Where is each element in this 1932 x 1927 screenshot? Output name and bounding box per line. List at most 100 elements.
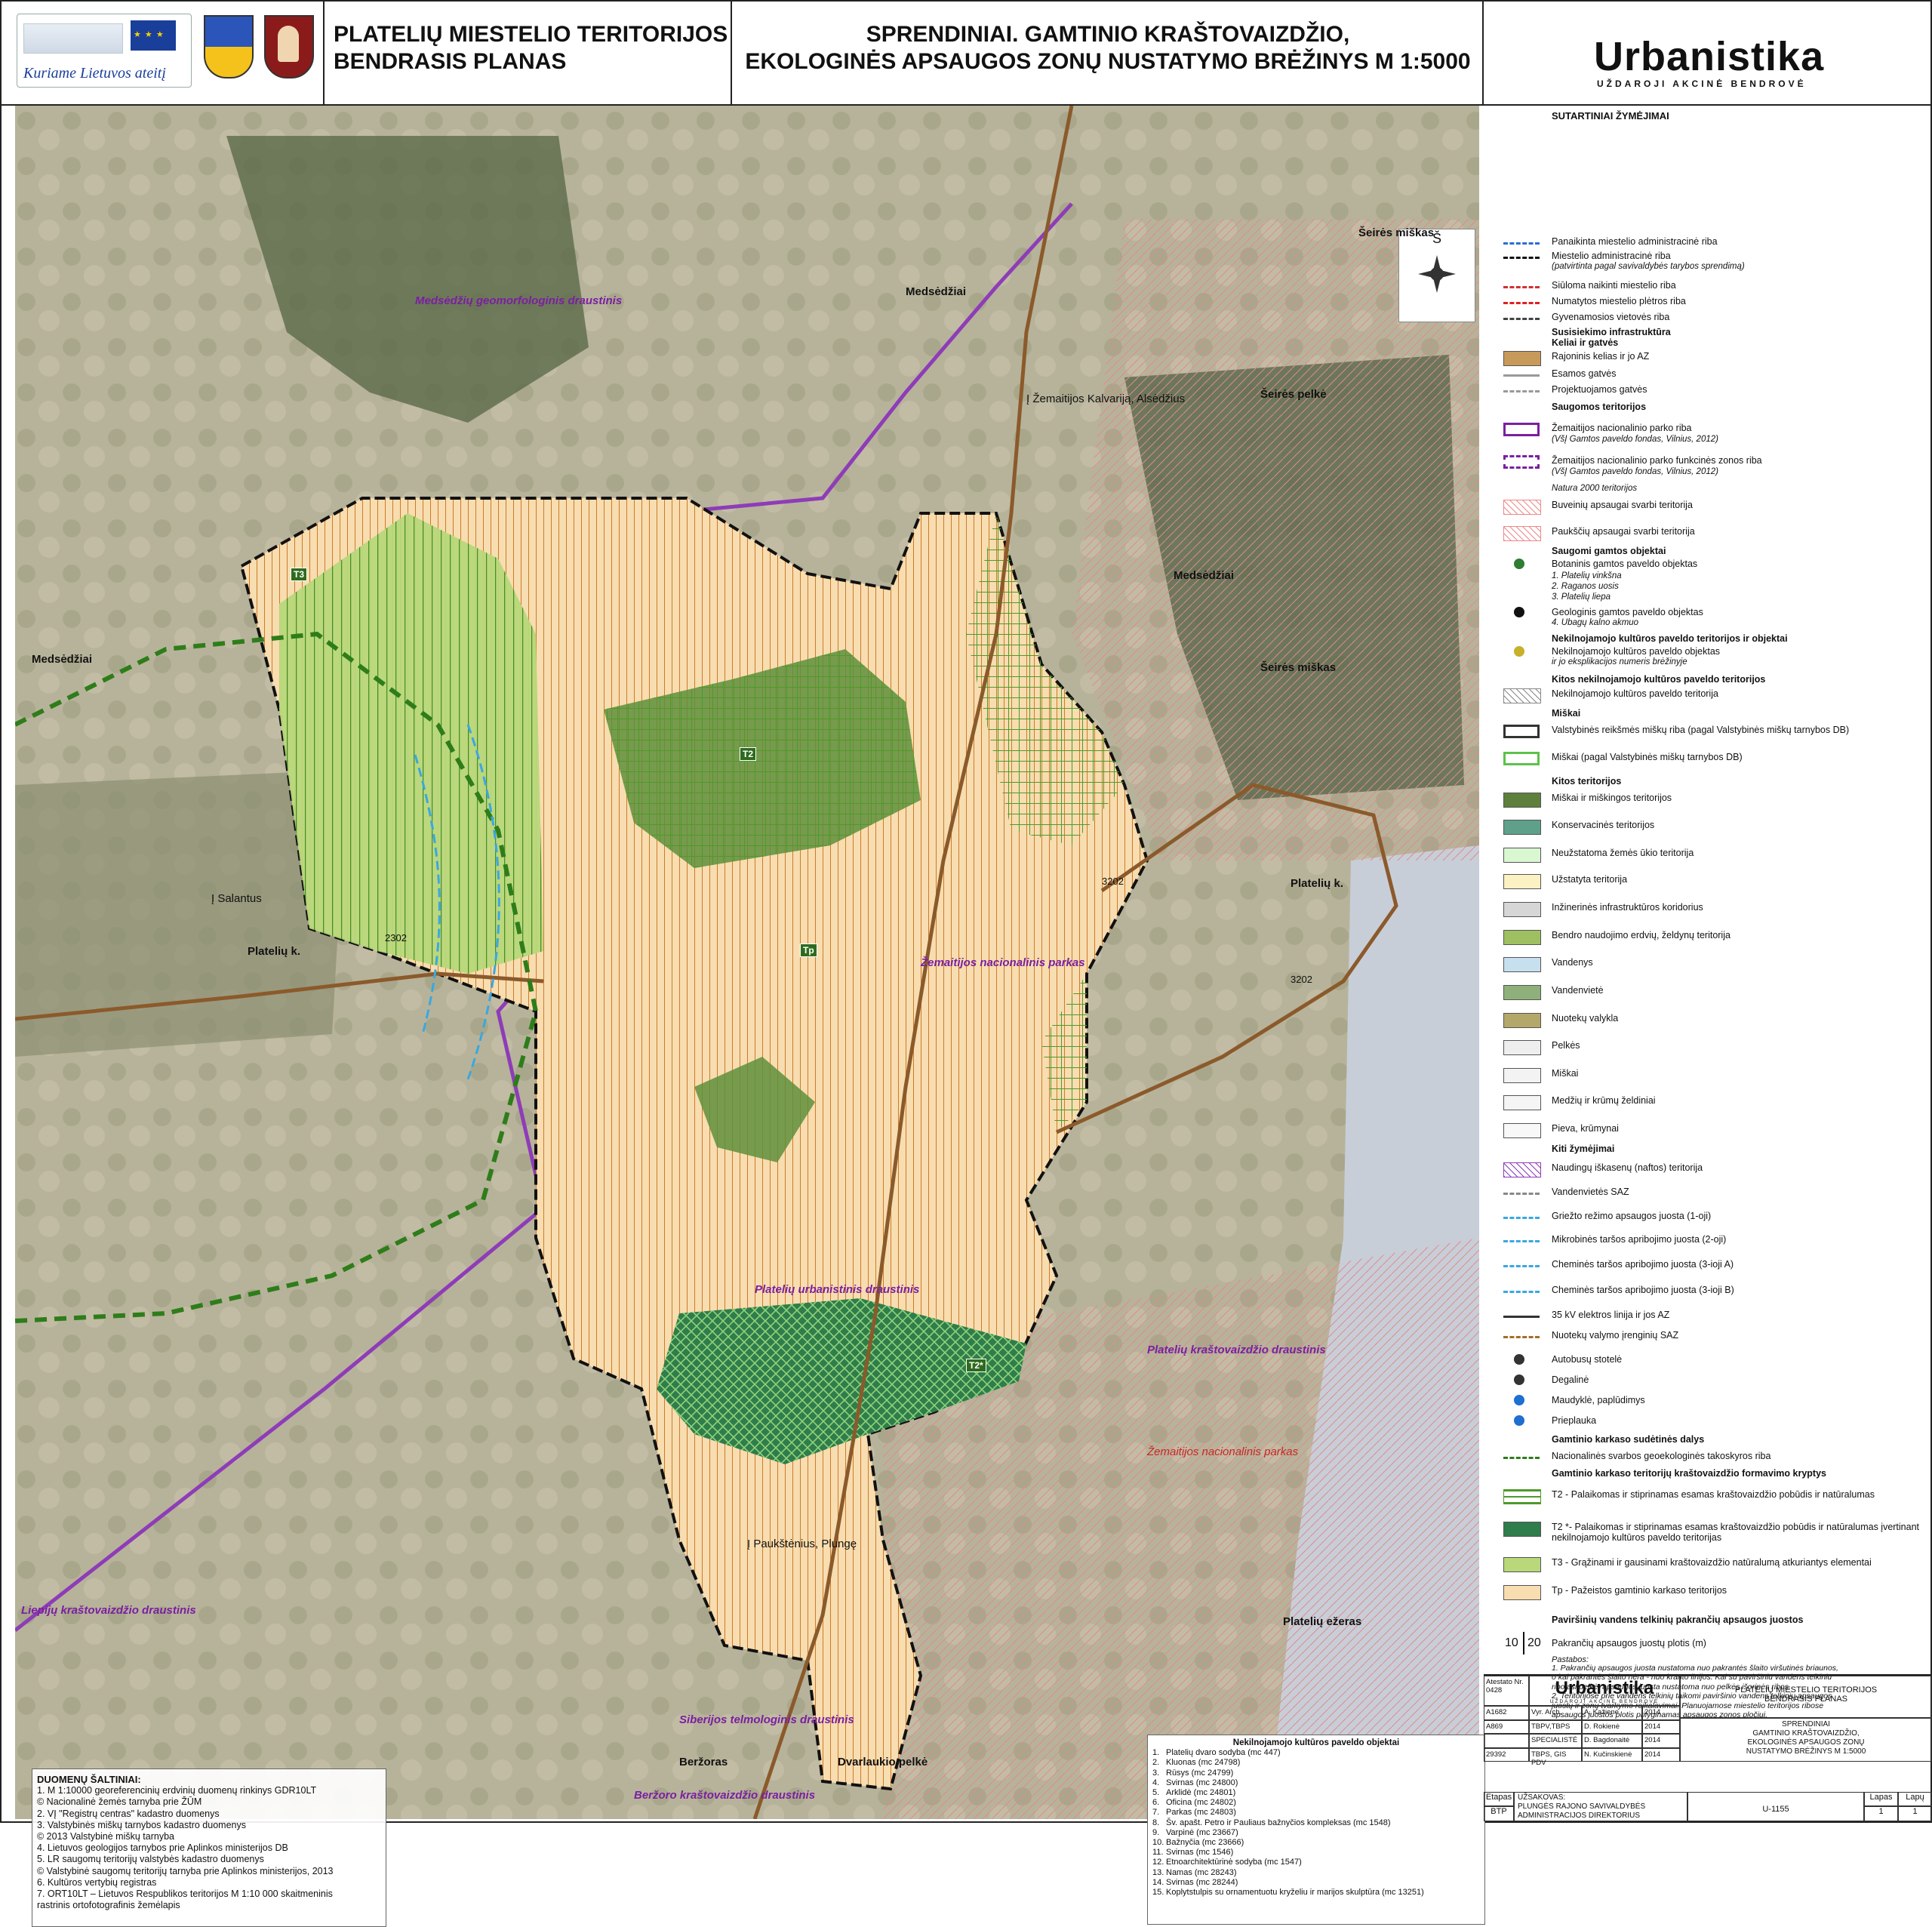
place-plateliu-ezeras: Platelių ežeras (1283, 1615, 1362, 1628)
legend-symbol-icon (1503, 257, 1540, 259)
reserve-medsedziu: Medsėdžių geomorfologinis draustinis (415, 294, 623, 307)
brand-block: Urbanistika UŽDAROJI AKCINĖ BENDROVĖ (1484, 0, 1932, 104)
title-block: Atestato Nr. 0428 Urbanistika UŽDAROJI A… (1484, 1674, 1932, 1821)
heritage-heading: Nekilnojamojo kultūros paveldo objektai (1232, 1738, 1400, 1747)
project-code: U-1155 (1687, 1792, 1864, 1821)
titleblock-signature-cell: A869 (1484, 1719, 1529, 1734)
legend-label: 1. Platelių vinkšna (1552, 571, 1622, 580)
heritage-row: 8. Šv. apašt. Petro ir Pauliaus bažnyčios… (1152, 1818, 1480, 1828)
source-line: © Nacionalinė žemės tarnyba prie ŽŪM (37, 1796, 202, 1808)
direction-kalvarija: Į Žemaitijos Kalvariją, Alsėdžius (1026, 392, 1186, 405)
reserve-siberijos: Siberijos telmologinis draustinis (679, 1713, 854, 1726)
legend-label: Miškai (pagal Valstybinės miškų tarnybos… (1552, 752, 1743, 762)
titleblock-project-line: BENDRASIS PLANAS (1764, 1695, 1848, 1704)
header-logos: Kuriame Lietuvos ateitį (0, 0, 325, 104)
heritage-name: Koplytstulpis su ornamentuotu kryželiu i… (1166, 1888, 1424, 1898)
heritage-row: 12. Etnoarchitektūrinė sodyba (mc 1547) (1152, 1858, 1480, 1867)
eu-slogan: Kuriame Lietuvos ateitį (23, 65, 166, 82)
legend-symbol-icon (1503, 351, 1541, 366)
legend-section-title: Susisiekimo infrastruktūra (1552, 327, 1671, 337)
legend-symbol-icon (1514, 1415, 1524, 1426)
legend-label: Pelkės (1552, 1040, 1580, 1051)
legend-label: Nuotekų valymo įrenginių SAZ (1552, 1330, 1679, 1341)
zone-label: T2 (740, 747, 757, 761)
legend-label: Panaikinta miestelio administracinė riba (1552, 236, 1718, 247)
heritage-number: 15. (1152, 1888, 1164, 1898)
legend-section-title: Kitos nekilnojamojo kultūros paveldo ter… (1552, 674, 1766, 685)
heritage-number: 3. (1152, 1768, 1160, 1778)
legend-label: Medžių ir krūmų želdiniai (1552, 1095, 1656, 1106)
legend-label: (VšĮ Gamtos paveldo fondas, Vilnius, 201… (1552, 467, 1718, 476)
legend-label: Natura 2000 teritorijos (1552, 484, 1638, 493)
titleblock-brand: Urbanistika (1555, 1678, 1654, 1698)
heritage-number: 7. (1152, 1808, 1160, 1818)
heritage-row: 9. Varpinė (mc 23667) (1152, 1828, 1480, 1838)
legend-section-title: Nekilnojamojo kultūros paveldo teritorij… (1552, 633, 1788, 644)
road-number-label: 3202 (1291, 974, 1312, 985)
source-line: 5. LR saugomų teritorijų valstybės kadas… (37, 1854, 264, 1865)
legend-symbol-icon (1503, 1336, 1540, 1338)
legend-label: Nacionalinės svarbos geoekologinės takos… (1552, 1451, 1771, 1461)
ministry-logo (23, 23, 123, 54)
legend-symbol-icon (1503, 752, 1540, 765)
legend-label: Miškai ir miškingos teritorijos (1552, 793, 1672, 803)
legend-label: Prieplauka (1552, 1415, 1597, 1426)
drawing-title-line-2: EKOLOGINĖS APSAUGOS ZONŲ NUSTATYMO BRĖŽI… (745, 49, 1471, 74)
reserve-plateliu-krastovaizdzio: Platelių kraštovaizdžio draustinis (1147, 1344, 1326, 1356)
legend-symbol-icon (1503, 1240, 1540, 1242)
source-line: 3. Valstybinės miškų tarnybos kadastro d… (37, 1819, 246, 1830)
heritage-number: 5. (1152, 1788, 1160, 1798)
reserve-zemaitijos-np-red: Žemaitijos nacionalinis parkas (1147, 1445, 1299, 1458)
legend-label: Miestelio administracinė riba (1552, 251, 1671, 261)
source-line: 1. M 1:10000 georeferencinių erdvinių du… (37, 1785, 317, 1796)
titleblock-drawing-line: GAMTINIO KRAŠTOVAIZDŽIO, (1752, 1729, 1860, 1738)
legend-section-title: Gamtinio karkaso sudėtinės dalys (1552, 1434, 1705, 1445)
titleblock-drawing: SPRENDINIAI GAMTINIO KRAŠTOVAIZDŽIO, EKO… (1680, 1718, 1932, 1762)
plan-title: PLATELIŲ MIESTELIO TERITORIJOS BENDRASIS… (325, 0, 732, 104)
heritage-row: 14. Svirnas (mc 28244) (1152, 1878, 1480, 1888)
map-svg (14, 105, 1479, 1820)
legend-label: Valstybinės reikšmės miškų riba (pagal V… (1552, 725, 1850, 735)
client-cell: UŽSAKOVAS: PLUNGĖS RAJONO SAVIVALDYBĖS A… (1514, 1792, 1687, 1821)
legend-symbol-icon (1503, 1162, 1541, 1177)
heritage-row: 11. Svirnas (mc 1546) (1152, 1848, 1480, 1858)
legend-label: (VšĮ Gamtos paveldo fondas, Vilnius, 201… (1552, 435, 1718, 444)
legend-label: Mikrobinės taršos apribojimo juosta (2-o… (1552, 1234, 1727, 1245)
legend-symbol-icon (1514, 1354, 1524, 1365)
legend-label: Rajoninis kelias ir jo AZ (1552, 351, 1650, 362)
heritage-number: 2. (1152, 1758, 1160, 1768)
heritage-name: Kluonas (mc 24798) (1166, 1758, 1241, 1768)
legend-label: Griežto režimo apsaugos juosta (1-oji) (1552, 1211, 1712, 1221)
legend-label: Gyvenamosios vietovės riba (1552, 312, 1670, 322)
legend-label: (patvirtinta pagal savivaldybės tarybos … (1552, 262, 1745, 271)
legend-symbol-icon (1503, 1217, 1540, 1219)
header: Kuriame Lietuvos ateitį PLATELIŲ MIESTEL… (0, 0, 1932, 106)
north-arrow: Š (1398, 229, 1475, 322)
heritage-name: Svirnas (mc 28244) (1166, 1877, 1238, 1887)
legend-symbol-icon (1503, 820, 1541, 835)
legend-label: Nekilnojamojo kultūros paveldo teritorij… (1552, 688, 1718, 699)
titleblock-brand-cell: Urbanistika UŽDAROJI AKCINĖ BENDROVĖ (1529, 1676, 1680, 1706)
brand-logo: Urbanistika (1594, 34, 1825, 79)
heritage-number: 6. (1152, 1798, 1160, 1808)
legend-symbol-icon (1503, 455, 1540, 469)
legend-section-title: Saugomi gamtos objektai (1552, 546, 1666, 556)
place-seires-miskas-mid: Šeirės miškas (1260, 661, 1337, 674)
legend-label: 4. Ubagų kalno akmuo (1552, 618, 1639, 627)
legend-symbol-icon: 10 20 (1503, 1632, 1546, 1655)
legend-symbol-icon (1503, 1068, 1541, 1083)
zone-t3[interactable] (279, 513, 543, 974)
place-seires-miskas-top: Šeirės miškas (1358, 226, 1435, 239)
place-plateliu-k-right: Platelių k. (1291, 877, 1344, 890)
titleblock-drawing-line: SPRENDINIAI (1782, 1720, 1830, 1728)
source-line: 7. ORT10LT – Lietuvos Respublikos terito… (37, 1889, 333, 1900)
legend-symbol-icon (1503, 1489, 1541, 1504)
client-label: UŽSAKOVAS: (1518, 1793, 1566, 1802)
data-sources-box: DUOMENŲ ŠALTINIAI: 1. M 1:10000 georefer… (32, 1768, 386, 1927)
legend-label: Numatytos miestelio plėtros riba (1552, 296, 1686, 306)
titleblock-drawing-line: EKOLOGINĖS APSAUGOS ZONŲ (1747, 1738, 1865, 1747)
map-canvas[interactable]: Š Medsėdžiai Medsėdžiai Medsėdžiai Šeirė… (14, 105, 1485, 1927)
legend-symbol-icon (1503, 286, 1540, 288)
heritage-name: Parkas (mc 24803) (1166, 1808, 1236, 1818)
legend-symbol-icon (1503, 1557, 1541, 1572)
